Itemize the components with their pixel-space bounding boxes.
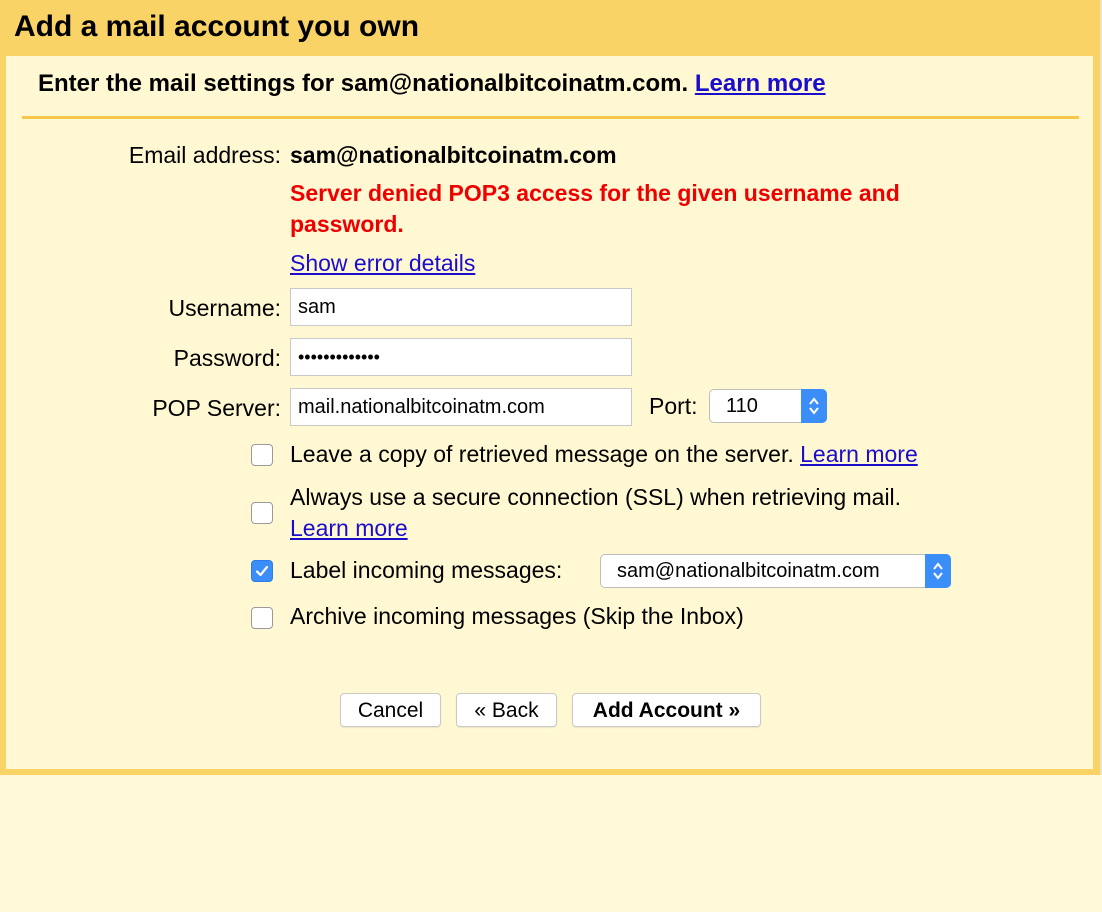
leave-copy-label: Leave a copy of retrieved message on the… — [290, 441, 794, 467]
show-error-details-link[interactable]: Show error details — [290, 248, 475, 278]
dialog-title: Add a mail account you own — [14, 10, 420, 43]
checkmark-icon — [255, 565, 269, 577]
header-divider — [22, 116, 1079, 119]
subtitle-learn-more-link[interactable]: Learn more — [695, 70, 826, 97]
archive-label: Archive incoming messages (Skip the Inbo… — [290, 603, 744, 629]
username-label: Username: — [168, 295, 281, 321]
cancel-button[interactable]: Cancel — [340, 693, 441, 727]
ssl-option: Always use a secure connection (SSL) whe… — [290, 482, 901, 513]
ssl-learn-more-link[interactable]: Learn more — [290, 515, 408, 541]
add-account-button[interactable]: Add Account » — [572, 693, 761, 727]
label-incoming-label: Label incoming messages: — [290, 557, 563, 583]
password-input[interactable]: ••••••••••••• — [290, 338, 632, 376]
port-select-value: 110 — [726, 395, 758, 417]
label-select-value: sam@nationalbitcoinatm.com — [617, 560, 880, 582]
dialog-panel: Enter the mail settings for sam@national… — [6, 56, 1093, 769]
error-message: Server denied POP3 access for the given … — [290, 180, 900, 237]
leave-copy-checkbox[interactable] — [251, 444, 273, 466]
dialog-subtitle: Enter the mail settings for sam@national… — [38, 68, 826, 100]
dialog-frame: Add a mail account you own Enter the mai… — [0, 0, 1102, 775]
subtitle-text: Enter the mail settings for sam@national… — [38, 70, 689, 97]
email-label: Email address: — [128, 142, 281, 168]
archive-checkbox[interactable] — [251, 607, 273, 629]
pop-server-label: POP Server: — [152, 395, 281, 421]
username-input[interactable]: sam — [290, 288, 632, 326]
chevron-updown-icon — [801, 389, 827, 423]
leave-copy-option: Leave a copy of retrieved message on the… — [290, 439, 918, 470]
back-button[interactable]: « Back — [456, 693, 557, 727]
ssl-link-line: Learn more — [290, 513, 408, 544]
port-label: Port: — [649, 393, 698, 419]
leave-copy-learn-more-link[interactable]: Learn more — [800, 441, 918, 467]
pop-server-input[interactable]: mail.nationalbitcoinatm.com — [290, 388, 632, 426]
label-select[interactable]: sam@nationalbitcoinatm.com — [600, 554, 951, 588]
email-value: sam@nationalbitcoinatm.com — [290, 142, 617, 168]
port-select[interactable]: 110 — [709, 389, 827, 423]
ssl-checkbox[interactable] — [251, 502, 273, 524]
label-incoming-checkbox[interactable] — [251, 560, 273, 582]
chevron-updown-icon — [925, 554, 951, 588]
ssl-label: Always use a secure connection (SSL) whe… — [290, 484, 902, 510]
password-label: Password: — [173, 345, 281, 371]
